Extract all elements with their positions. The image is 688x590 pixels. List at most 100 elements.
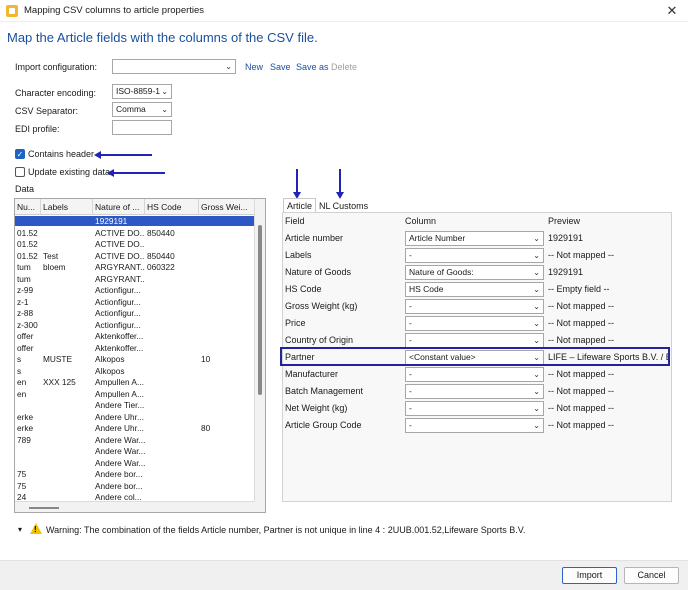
grid-column-header[interactable]: Labels bbox=[41, 199, 93, 215]
table-cell: 01.52 bbox=[17, 227, 38, 238]
table-cell: erke bbox=[17, 423, 34, 433]
table-cell: 01.52 bbox=[17, 250, 38, 261]
delete-config-link[interactable]: Delete bbox=[331, 62, 357, 72]
update-existing-checkbox[interactable] bbox=[15, 167, 25, 177]
encoding-select[interactable]: ISO-8859-1 ⌄ bbox=[112, 84, 172, 99]
chevron-down-icon: ⌄ bbox=[533, 251, 540, 260]
table-cell bbox=[41, 435, 93, 445]
table-cell bbox=[199, 446, 255, 456]
table-cell bbox=[145, 458, 199, 468]
table-row[interactable]: z-300 Actionfigur... bbox=[15, 320, 255, 330]
table-row[interactable]: 789 Andere War... bbox=[15, 435, 255, 445]
table-cell bbox=[15, 216, 41, 226]
grid-column-header[interactable]: Nu... bbox=[15, 199, 41, 215]
table-row[interactable]: 01.52 Test ACTIVE DO... 850440 bbox=[15, 251, 255, 261]
table-row[interactable]: Andere War... bbox=[15, 458, 255, 468]
table-row[interactable]: 75 Andere bor... bbox=[15, 481, 255, 491]
table-cell bbox=[199, 343, 255, 353]
mapping-column-select[interactable]: - ⌄ bbox=[405, 299, 544, 314]
save-config-link[interactable]: Save bbox=[270, 62, 291, 72]
mapping-column-select[interactable]: HS Code ⌄ bbox=[405, 282, 544, 297]
mapping-preview: -- Not mapped -- bbox=[548, 386, 615, 396]
table-row[interactable]: Andere War... bbox=[15, 446, 255, 456]
mapping-column-value: - bbox=[409, 318, 412, 328]
table-cell bbox=[199, 331, 255, 341]
table-row[interactable]: offer Aktenkoffer... bbox=[15, 343, 255, 353]
mapping-row: Nature of Goods Nature of Goods: ⌄ 1929191 bbox=[283, 264, 671, 281]
table-row[interactable]: erke Andere Uhr... bbox=[15, 412, 255, 422]
table-row[interactable]: 01.52 ACTIVE DO... bbox=[15, 239, 255, 249]
import-config-select[interactable]: ⌄ bbox=[112, 59, 236, 74]
table-cell: z-88 bbox=[17, 308, 34, 318]
table-row[interactable]: s MUSTE Alkopos 10 bbox=[15, 354, 255, 364]
edi-input[interactable] bbox=[112, 120, 172, 135]
mapping-column-select[interactable]: - ⌄ bbox=[405, 367, 544, 382]
table-cell: tum bbox=[17, 273, 31, 284]
mapping-column-select[interactable]: - ⌄ bbox=[405, 401, 544, 416]
mapping-field-label: Nature of Goods bbox=[285, 267, 352, 277]
table-row[interactable]: z-99 Actionfigur... bbox=[15, 285, 255, 295]
new-config-link[interactable]: New bbox=[245, 62, 263, 72]
mapping-column-select[interactable]: - ⌄ bbox=[405, 384, 544, 399]
mapping-row: Manufacturer - ⌄ -- Not mapped -- bbox=[283, 366, 671, 383]
table-cell bbox=[199, 412, 255, 422]
table-row[interactable]: tum bloem ARGYRANT... 060322 bbox=[15, 262, 255, 272]
data-grid[interactable]: Nu... Labels Nature of ... HS Code Gross… bbox=[14, 198, 266, 513]
contains-header-checkbox[interactable]: ✓ bbox=[15, 149, 25, 159]
grid-column-header[interactable]: Gross Wei... bbox=[199, 199, 255, 215]
table-row[interactable]: z-88 Actionfigur... bbox=[15, 308, 255, 318]
table-row[interactable]: s Alkopos bbox=[15, 366, 255, 376]
tab-article[interactable]: Article bbox=[283, 198, 317, 212]
table-cell: 1929191 bbox=[95, 216, 128, 226]
table-row[interactable]: erke Andere Uhr... 80 bbox=[15, 423, 255, 433]
mapping-row: Labels - ⌄ -- Not mapped -- bbox=[283, 247, 671, 264]
table-cell: Test bbox=[43, 250, 59, 261]
table-cell: z-1 bbox=[17, 296, 29, 307]
table-row[interactable]: z-1 Actionfigur... bbox=[15, 297, 255, 307]
table-cell bbox=[145, 366, 199, 376]
dialog-footer: Import Cancel bbox=[0, 560, 688, 590]
grid-column-header[interactable]: Nature of ... bbox=[93, 199, 145, 215]
table-cell: offer bbox=[17, 331, 34, 341]
table-row[interactable]: 75 Andere bor... bbox=[15, 469, 255, 479]
mapping-column-select[interactable]: Nature of Goods: ⌄ bbox=[405, 265, 544, 280]
table-row[interactable]: tum ARGYRANT... bbox=[15, 274, 255, 284]
table-row[interactable]: en Ampullen A... bbox=[15, 389, 255, 399]
table-cell bbox=[41, 308, 93, 318]
mapping-column-select[interactable]: - ⌄ bbox=[405, 248, 544, 263]
mapping-column-select[interactable]: - ⌄ bbox=[405, 316, 544, 331]
table-cell: 060322 bbox=[147, 262, 175, 272]
expand-chevron-icon[interactable]: ▾ bbox=[18, 525, 22, 534]
table-row[interactable]: 1929191 bbox=[15, 216, 255, 227]
scroll-thumb[interactable] bbox=[258, 225, 262, 395]
table-row[interactable]: offer Aktenkoffer... bbox=[15, 331, 255, 341]
table-row[interactable]: Andere Tier... bbox=[15, 400, 255, 410]
warning-message: Warning: The combination of the fields A… bbox=[46, 525, 526, 535]
table-row[interactable]: 01.52 ACTIVE DO... 850440 bbox=[15, 228, 255, 238]
tab-nl-customs[interactable]: NL Customs bbox=[316, 199, 371, 213]
save-as-config-link[interactable]: Save as bbox=[296, 62, 329, 72]
table-cell bbox=[145, 285, 199, 295]
table-cell bbox=[145, 481, 199, 491]
mapping-field-label: Price bbox=[285, 318, 306, 328]
mapping-column-select[interactable]: <Constant value> ⌄ bbox=[405, 350, 544, 365]
close-icon[interactable]: ✕ bbox=[656, 0, 688, 22]
table-row[interactable]: en XXX 125 Ampullen A... bbox=[15, 377, 255, 387]
grid-column-header[interactable]: HS Code bbox=[145, 199, 199, 215]
vertical-scrollbar[interactable] bbox=[254, 199, 265, 512]
separator-select[interactable]: Comma ⌄ bbox=[112, 102, 172, 117]
chevron-down-icon: ⌄ bbox=[161, 87, 168, 96]
table-cell bbox=[199, 435, 255, 445]
cancel-button[interactable]: Cancel bbox=[624, 567, 679, 584]
mapping-column-select[interactable]: - ⌄ bbox=[405, 418, 544, 433]
mapping-column-select[interactable]: Article Number ⌄ bbox=[405, 231, 544, 246]
scroll-thumb[interactable] bbox=[29, 507, 59, 509]
table-cell bbox=[15, 446, 41, 456]
horizontal-scrollbar[interactable] bbox=[15, 501, 255, 512]
mapping-column-select[interactable]: - ⌄ bbox=[405, 333, 544, 348]
import-button[interactable]: Import bbox=[562, 567, 617, 584]
mapping-column-value: - bbox=[409, 335, 412, 345]
table-cell bbox=[199, 228, 255, 238]
annotation-arrow bbox=[107, 169, 165, 177]
title-bar: Mapping CSV columns to article propertie… bbox=[0, 0, 688, 22]
